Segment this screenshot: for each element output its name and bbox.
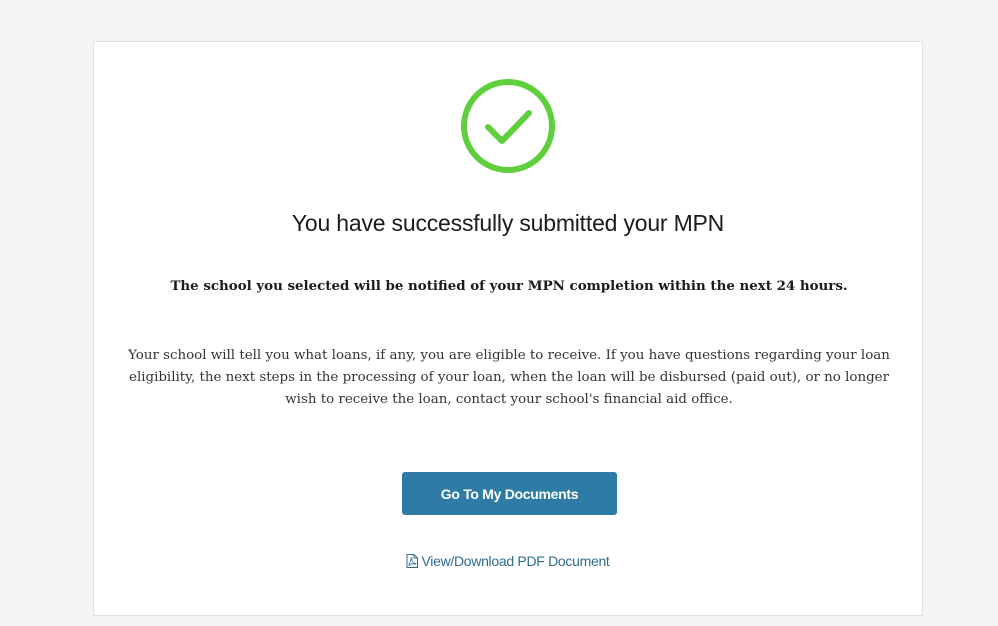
go-to-my-documents-button[interactable]: Go To My Documents	[402, 472, 617, 515]
confirmation-card: You have successfully submitted your MPN…	[93, 41, 923, 616]
success-check-icon	[459, 77, 557, 175]
page-title: You have successfully submitted your MPN	[291, 210, 725, 236]
pdf-file-icon	[406, 554, 419, 571]
eligibility-info-text: Your school will tell you what loans, if…	[128, 348, 890, 407]
view-download-pdf-link[interactable]: View/Download PDF Document	[94, 553, 922, 571]
notification-notice: The school you selected will be notified…	[170, 278, 848, 294]
view-download-pdf-label: View/Download PDF Document	[421, 553, 610, 569]
